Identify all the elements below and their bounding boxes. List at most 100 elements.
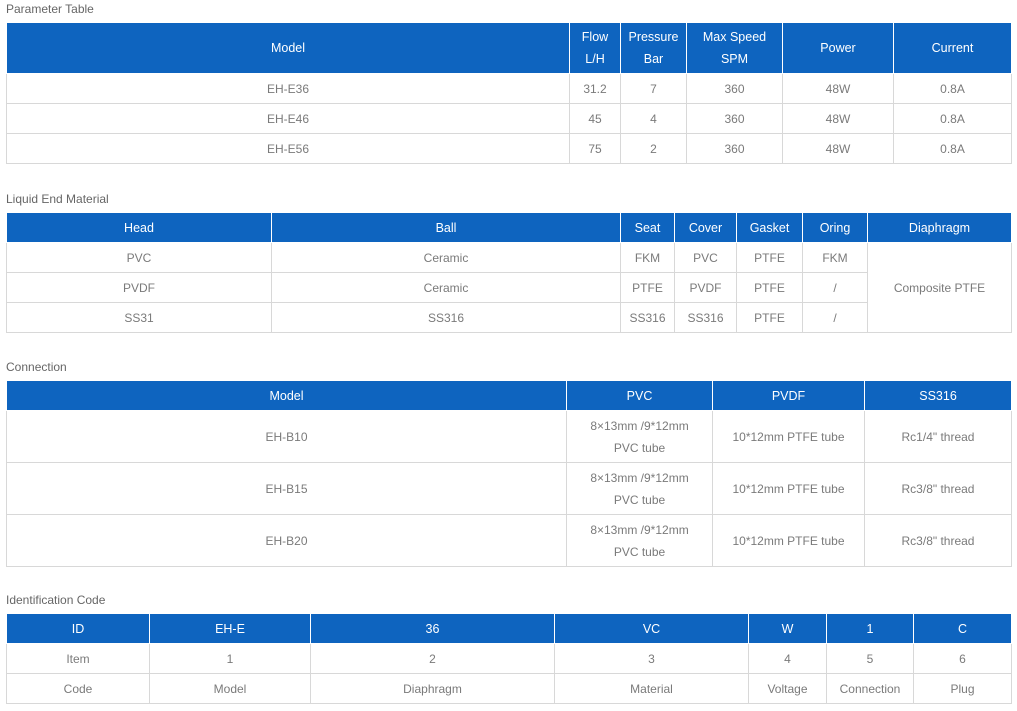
table-cell: FKM <box>620 242 675 273</box>
table-cell: EH-B20 <box>6 514 567 567</box>
table-cell: PTFE <box>736 272 803 303</box>
table-cell: PTFE <box>620 272 675 303</box>
table-cell: 0.8A <box>893 73 1012 104</box>
header-cell: Oring <box>802 212 868 243</box>
identification-code-table: ID EH-E 36 VC W 1 C Item 1 2 3 4 5 6 Cod… <box>6 613 1012 704</box>
table-cell: Item <box>6 643 150 674</box>
table-cell: SS31 <box>6 302 272 333</box>
table-cell: SS316 <box>674 302 737 333</box>
header-cell: Max Speed SPM <box>686 22 783 74</box>
table-cell: Rc3/8" thread <box>864 514 1012 567</box>
table-cell: 0.8A <box>893 133 1012 164</box>
header-cell: EH-E <box>149 613 311 644</box>
table-row: EH-E46 45 4 360 48W 0.8A <box>6 103 1012 134</box>
table-cell: Material <box>554 673 749 704</box>
table-cell: EH-B15 <box>6 462 567 515</box>
identification-code-title: Identification Code <box>6 593 106 607</box>
header-cell: C <box>913 613 1012 644</box>
table-row: EH-B10 8×13mm /9*12mm PVC tube 10*12mm PT… <box>6 410 1012 463</box>
header-cell: W <box>748 613 827 644</box>
table-cell: Code <box>6 673 150 704</box>
table-cell: 1 <box>149 643 311 674</box>
header-cell: Model <box>6 22 570 74</box>
header-cell: Diaphragm <box>867 212 1012 243</box>
diaphragm-cell: Composite PTFE <box>867 242 1012 333</box>
table-cell: Plug <box>913 673 1012 704</box>
table-cell: 6 <box>913 643 1012 674</box>
table-cell: Ceramic <box>271 242 621 273</box>
header-cell: PVC <box>566 380 713 411</box>
parameter-table: Model Flow L/H Pressure Bar Max Speed SPM P… <box>6 22 1012 164</box>
parameter-table-title: Parameter Table <box>6 2 94 16</box>
table-cell: 360 <box>686 133 783 164</box>
table-cell: 0.8A <box>893 103 1012 134</box>
table-cell: 2 <box>620 133 687 164</box>
table-row: EH-E36 31.2 7 360 48W 0.8A <box>6 73 1012 104</box>
table-row: Code Model Diaphragm Material Voltage Co… <box>6 673 1012 704</box>
table-cell: Rc3/8" thread <box>864 462 1012 515</box>
table-cell: SS316 <box>620 302 675 333</box>
header-cell: Pressure Bar <box>620 22 687 74</box>
table-cell: Diaphragm <box>310 673 555 704</box>
table-cell: 8×13mm /9*12mm PVC tube <box>566 514 713 567</box>
table-header-row: Model PVC PVDF SS316 <box>6 380 1012 411</box>
table-cell: 10*12mm PTFE tube <box>712 514 865 567</box>
table-cell: PTFE <box>736 242 803 273</box>
table-header-row: Head Ball Seat Cover Gasket Oring Diaphr… <box>6 212 1012 243</box>
table-cell: PVC <box>674 242 737 273</box>
header-cell: Cover <box>674 212 737 243</box>
table-cell: 7 <box>620 73 687 104</box>
table-row: EH-B20 8×13mm /9*12mm PVC tube 10*12mm PT… <box>6 514 1012 567</box>
table-cell: 8×13mm /9*12mm PVC tube <box>566 462 713 515</box>
table-cell: 4 <box>748 643 827 674</box>
liquid-end-title: Liquid End Material <box>6 192 109 206</box>
table-cell: 48W <box>782 133 894 164</box>
table-row: PVDF Ceramic PTFE PVDF PTFE / <box>6 272 1012 303</box>
table-cell: 48W <box>782 103 894 134</box>
header-cell: Ball <box>271 212 621 243</box>
table-cell: 31.2 <box>569 73 621 104</box>
table-row: EH-B15 8×13mm /9*12mm PVC tube 10*12mm PT… <box>6 462 1012 515</box>
table-cell: 8×13mm /9*12mm PVC tube <box>566 410 713 463</box>
header-cell: Power <box>782 22 894 74</box>
table-cell: Voltage <box>748 673 827 704</box>
header-cell: 36 <box>310 613 555 644</box>
header-cell: Current <box>893 22 1012 74</box>
table-cell: 48W <box>782 73 894 104</box>
header-cell: PVDF <box>712 380 865 411</box>
liquid-end-table: Head Ball Seat Cover Gasket Oring Diaphr… <box>6 212 1012 333</box>
table-cell: 45 <box>569 103 621 134</box>
table-row: PVC Ceramic FKM PVC PTFE FKM Composite P… <box>6 242 1012 333</box>
table-cell: PVC <box>6 242 272 273</box>
table-cell: 10*12mm PTFE tube <box>712 410 865 463</box>
header-cell: Model <box>6 380 567 411</box>
table-row: SS31 SS316 SS316 SS316 PTFE / <box>6 302 1012 333</box>
table-cell: Connection <box>826 673 914 704</box>
connection-title: Connection <box>6 360 67 374</box>
header-cell: Head <box>6 212 272 243</box>
table-cell: / <box>802 272 868 303</box>
table-cell: EH-E56 <box>6 133 570 164</box>
table-cell: 4 <box>620 103 687 134</box>
table-cell: 75 <box>569 133 621 164</box>
table-cell: Rc1/4" thread <box>864 410 1012 463</box>
header-cell: Seat <box>620 212 675 243</box>
table-cell: Model <box>149 673 311 704</box>
table-cell: 5 <box>826 643 914 674</box>
connection-table: Model PVC PVDF SS316 EH-B10 8×13mm /9*12… <box>6 380 1012 567</box>
table-cell: Ceramic <box>271 272 621 303</box>
table-cell: FKM <box>802 242 868 273</box>
table-cell: 360 <box>686 73 783 104</box>
table-cell: PTFE <box>736 302 803 333</box>
table-header-row: Model Flow L/H Pressure Bar Max Speed SPM P… <box>6 22 1012 74</box>
table-cell: 3 <box>554 643 749 674</box>
table-cell: EH-E36 <box>6 73 570 104</box>
table-cell: / <box>802 302 868 333</box>
table-cell: SS316 <box>271 302 621 333</box>
table-row: Item 1 2 3 4 5 6 <box>6 643 1012 674</box>
table-cell: 10*12mm PTFE tube <box>712 462 865 515</box>
table-cell: PVDF <box>674 272 737 303</box>
table-row: EH-E56 75 2 360 48W 0.8A <box>6 133 1012 164</box>
header-cell: VC <box>554 613 749 644</box>
table-cell: EH-E46 <box>6 103 570 134</box>
